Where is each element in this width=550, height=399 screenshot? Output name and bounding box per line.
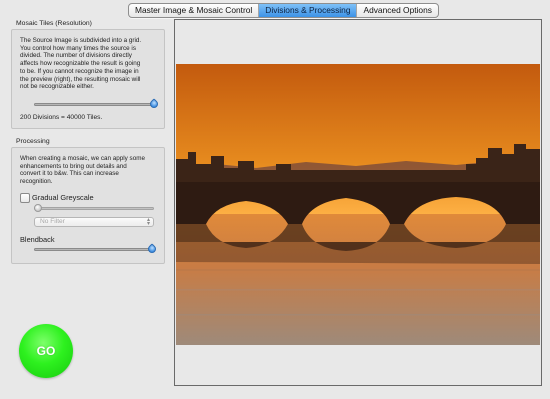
divisions-status: 200 Divisions = 40000 Tiles.	[20, 114, 103, 121]
mosaic-desc-line: You control how many times the source is	[20, 44, 136, 52]
gradual-greyscale-checkbox[interactable]	[20, 193, 30, 203]
blendback-slider-knob[interactable]	[146, 243, 158, 255]
divisions-slider-knob[interactable]	[148, 98, 160, 110]
mosaic-desc-line: The Source Image is subdivided into a gr…	[20, 37, 142, 44]
mosaic-tiles-group: The Source Image is subdivided into a gr…	[11, 29, 165, 129]
mosaic-desc-line: divided. The number of divisions directl…	[20, 52, 132, 60]
processing-desc-line: convert it to b&w. This can increase	[20, 170, 119, 178]
mosaic-desc-line: to be. If you cannot recognize the image…	[20, 67, 139, 75]
gradual-greyscale-label: Gradual Greyscale	[32, 193, 94, 202]
mosaic-tiles-description: The Source Image is subdivided into a gr…	[20, 37, 162, 91]
processing-description: When creating a mosaic, we can apply som…	[20, 155, 162, 186]
filter-popup[interactable]: No Filter ▴ ▾	[34, 217, 154, 227]
processing-group: When creating a mosaic, we can apply som…	[11, 147, 165, 264]
blendback-label: Blendback	[20, 235, 55, 244]
tab-bar: Master Image & Mosaic Control Divisions …	[128, 3, 439, 18]
mosaic-tiles-title: Mosaic Tiles (Resolution)	[16, 20, 92, 27]
filter-popup-value: No Filter	[40, 218, 65, 225]
up-down-arrows-icon: ▴ ▾	[146, 217, 150, 227]
tab-divisions-processing[interactable]: Divisions & Processing	[259, 4, 358, 17]
greyscale-slider[interactable]	[34, 207, 154, 210]
blendback-slider[interactable]	[34, 248, 154, 251]
greyscale-slider-knob[interactable]	[34, 204, 42, 212]
mosaic-desc-line: the preview (right), the resulting mosai…	[20, 75, 141, 83]
processing-desc-line: enhancements to bring out details and	[20, 162, 127, 170]
mosaic-desc-line: not be recognizable either.	[20, 83, 94, 91]
mosaic-desc-line: affects how recognizable the result is g…	[20, 60, 141, 68]
sunset-bridge-preview-image	[176, 64, 540, 345]
divisions-slider[interactable]	[34, 103, 154, 106]
go-button[interactable]: GO	[19, 324, 73, 378]
tab-master-image[interactable]: Master Image & Mosaic Control	[129, 4, 260, 17]
mosaic-preview-frame	[174, 19, 542, 386]
go-button-label: GO	[36, 344, 56, 358]
processing-desc-line: When creating a mosaic, we can apply som…	[20, 155, 145, 162]
tab-advanced-options[interactable]: Advanced Options	[357, 4, 437, 17]
processing-desc-line: recognition.	[20, 178, 53, 186]
processing-title: Processing	[16, 138, 50, 145]
